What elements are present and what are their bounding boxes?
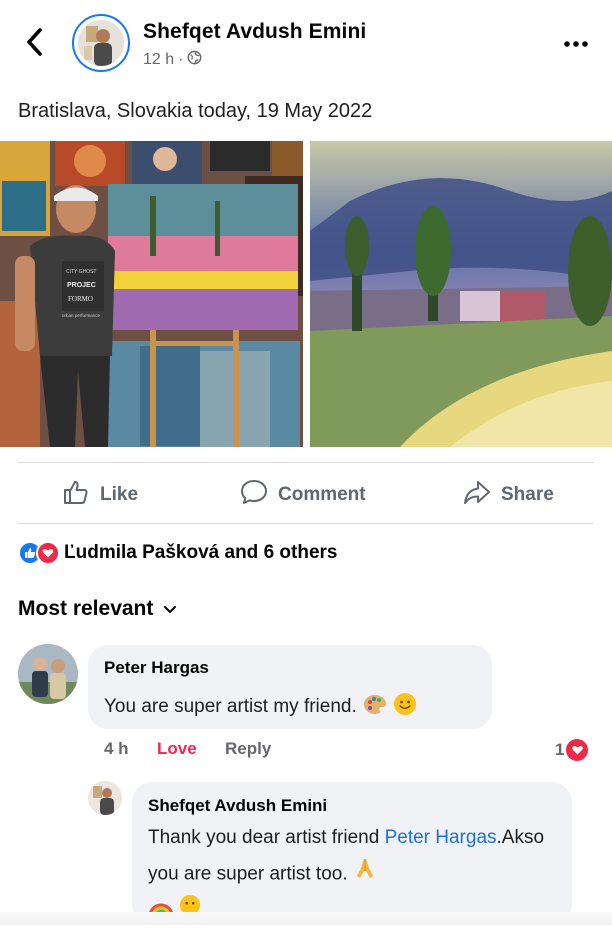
post-photo-artist-with-painting[interactable]: CITY GHOST PROJEC FORMO urban performanc… — [0, 141, 303, 447]
smile-emoji-icon — [393, 692, 417, 722]
shirt-text-2: PROJEC — [67, 282, 96, 289]
reply-author-avatar[interactable] — [88, 781, 122, 815]
comment-reaction-count[interactable]: 1 — [555, 739, 589, 761]
divider — [18, 462, 594, 463]
reactions-text: Ľudmila Pašková and 6 others — [64, 542, 338, 563]
love-action-button[interactable]: Love — [157, 739, 197, 759]
palette-emoji-icon — [363, 693, 387, 721]
love-reaction-icon — [566, 739, 589, 761]
like-label: Like — [100, 484, 139, 505]
comment-text-row: You are super artist my friend. — [104, 692, 417, 722]
comment-button[interactable]: Comment — [240, 478, 366, 512]
meta-separator: · — [178, 51, 184, 68]
back-icon[interactable] — [22, 26, 50, 58]
reply-author-name[interactable]: Shefqet Avdush Emini — [148, 796, 327, 816]
chevron-down-icon — [163, 597, 177, 621]
comment-label: Comment — [278, 484, 366, 505]
love-reaction-icon — [36, 541, 60, 565]
post-meta: 12 h · — [143, 50, 202, 70]
post-caption: Bratislava, Slovakia today, 19 May 2022 — [18, 100, 373, 122]
shirt-text-3: FORMO — [68, 295, 93, 303]
shirt-text-4: urban performance — [62, 313, 101, 318]
share-label: Share — [501, 484, 554, 505]
comment-text: You are super artist my friend. — [104, 696, 357, 717]
reply-text-start: Thank you dear artist friend — [148, 827, 385, 848]
post-time[interactable]: 12 h — [143, 51, 174, 69]
post-author-name[interactable]: Shefqet Avdush Emini — [143, 20, 366, 44]
more-options-icon[interactable] — [562, 36, 590, 47]
praying-hands-emoji-icon — [353, 856, 377, 893]
share-icon — [463, 478, 491, 512]
comment-composer-edge — [0, 912, 612, 925]
thumbs-up-icon — [62, 478, 90, 512]
reaction-count-text: 1 — [555, 740, 565, 759]
globe-icon — [187, 50, 202, 70]
author-avatar-image — [78, 20, 124, 66]
mention-link[interactable]: Peter Hargas — [385, 827, 497, 848]
like-button[interactable]: Like — [62, 478, 138, 512]
author-avatar[interactable] — [72, 14, 130, 72]
comment-time: 4 h — [104, 739, 129, 758]
reply-button[interactable]: Reply — [225, 739, 271, 759]
sort-label: Most relevant — [18, 597, 154, 620]
commenter-name[interactable]: Peter Hargas — [104, 658, 209, 678]
commenter-avatar[interactable] — [18, 644, 78, 704]
shirt-text-1: CITY GHOST — [66, 269, 96, 275]
share-button[interactable]: Share — [463, 478, 554, 512]
divider — [18, 523, 594, 524]
reactions-summary[interactable]: Ľudmila Pašková and 6 others — [18, 541, 337, 565]
post-photo-landscape-painting[interactable] — [310, 141, 612, 447]
comment-sort-dropdown[interactable]: Most relevant — [18, 597, 177, 621]
comment-icon — [240, 478, 268, 512]
